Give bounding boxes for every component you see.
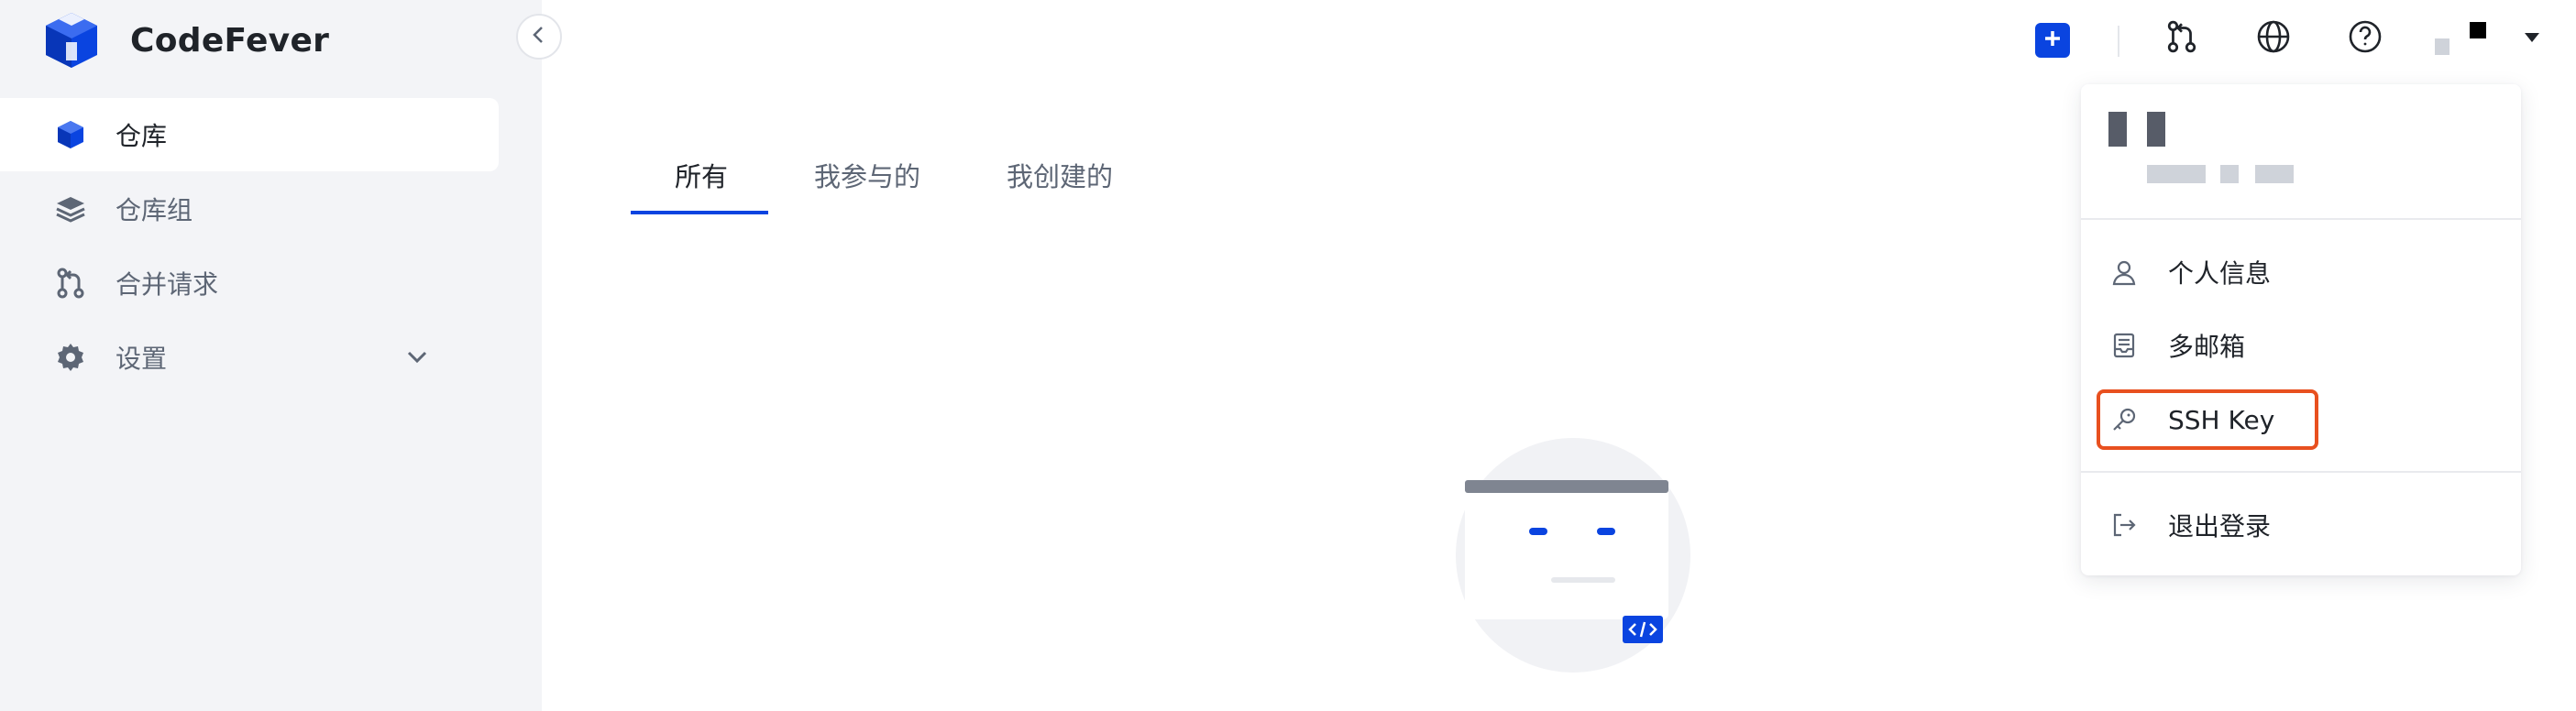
topbar-divider [2118, 26, 2119, 57]
menu-item-logout[interactable]: 退出登录 [2081, 493, 2521, 557]
logout-icon [2108, 509, 2140, 541]
chevron-down-icon[interactable] [403, 344, 431, 371]
menu-separator [2081, 471, 2521, 473]
sidebar-item-settings[interactable]: 设置 [0, 321, 499, 394]
user-dropdown-menu: 个人信息 多邮箱 SSH Key 退出登录 [2081, 84, 2521, 575]
sidebar-item-label: 合并请求 [116, 269, 219, 300]
sidebar-item-repositories[interactable]: 仓库 [0, 98, 499, 171]
user-name-redacted [2147, 112, 2165, 147]
merge-request-icon [53, 266, 88, 301]
user-icon [2108, 257, 2140, 288]
menu-item-label: 个人信息 [2168, 258, 2272, 289]
merge-request-icon [2165, 20, 2198, 57]
inbox-icon [2108, 330, 2140, 361]
menu-item-profile[interactable]: 个人信息 [2081, 240, 2521, 304]
menu-item-emails[interactable]: 多邮箱 [2081, 313, 2521, 377]
merge-requests-topbar-button[interactable] [2162, 18, 2202, 59]
menu-item-ssh-key[interactable]: SSH Key [2081, 388, 2521, 452]
menu-item-label: SSH Key [2168, 404, 2275, 435]
app-logo[interactable]: CodeFever [39, 7, 329, 73]
gear-icon [53, 340, 88, 375]
user-email-redacted [2220, 165, 2239, 183]
tab-all[interactable]: 所有 [675, 156, 728, 194]
sidebar-item-merge-requests[interactable]: 合并请求 [0, 246, 499, 320]
menu-item-label: 退出登录 [2168, 511, 2272, 541]
avatar[interactable] [2433, 20, 2486, 60]
active-tab-underline [631, 211, 768, 214]
tab-participated[interactable]: 我参与的 [814, 156, 920, 194]
help-icon [2348, 19, 2383, 58]
empty-state-illustration [1456, 438, 1690, 673]
avatar-blur [2470, 22, 2486, 38]
user-email-redacted [2147, 165, 2206, 183]
app-name: CodeFever [130, 21, 330, 60]
avatar-blur [2435, 38, 2449, 55]
sidebar-item-repository-groups[interactable]: 仓库组 [0, 172, 499, 246]
cube-icon [53, 117, 88, 152]
collapse-sidebar-button[interactable] [516, 14, 562, 60]
codefever-logo-icon [46, 13, 97, 68]
language-button[interactable] [2253, 18, 2294, 59]
add-button[interactable] [2035, 23, 2070, 58]
user-name-redacted [2108, 112, 2127, 147]
sidebar-item-label: 仓库组 [116, 195, 193, 225]
user-profile-header [2081, 84, 2521, 218]
user-menu-toggle[interactable] [2512, 18, 2552, 59]
chevron-left-icon [529, 25, 549, 49]
plus-icon [2042, 28, 2063, 52]
key-icon [2108, 404, 2140, 435]
user-email-redacted [2255, 165, 2294, 183]
caret-down-icon [2523, 30, 2541, 48]
sidebar-item-label: 仓库 [116, 121, 168, 151]
menu-separator [2081, 218, 2521, 220]
sidebar: CodeFever 仓库 仓库组 合并请求 设置 [0, 0, 542, 711]
menu-item-label: 多邮箱 [2168, 332, 2246, 362]
sidebar-item-label: 设置 [116, 344, 168, 374]
layers-icon [53, 191, 88, 226]
globe-icon [2256, 19, 2291, 58]
help-button[interactable] [2345, 18, 2385, 59]
tab-created[interactable]: 我创建的 [1007, 156, 1113, 194]
